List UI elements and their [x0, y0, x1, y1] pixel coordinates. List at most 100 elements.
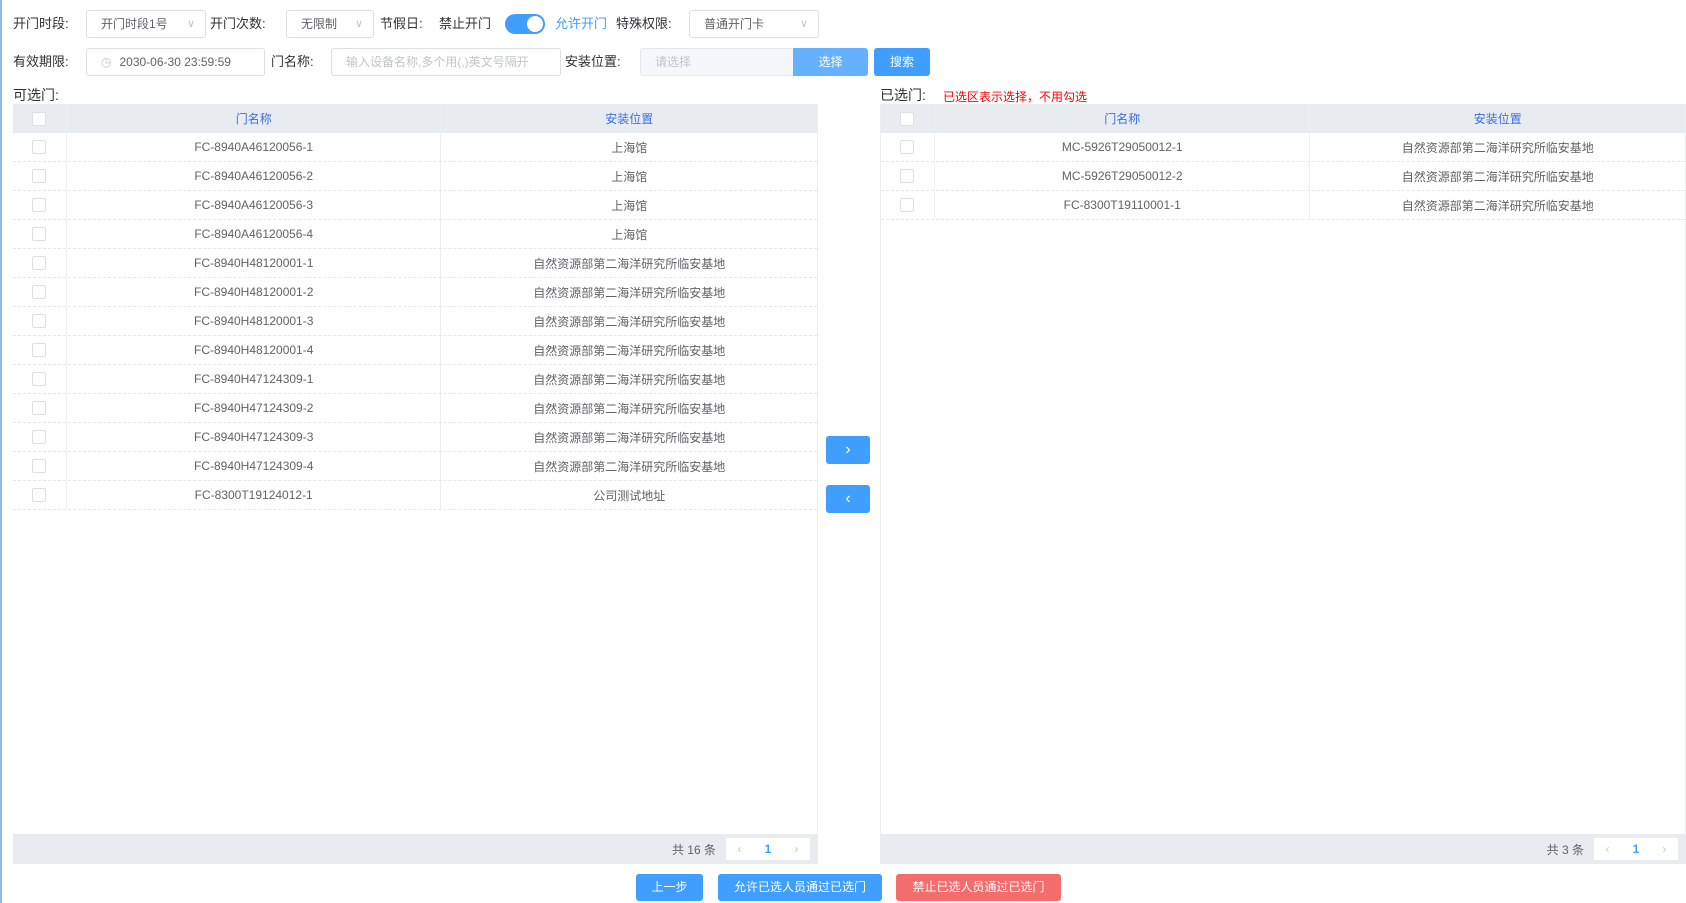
page-number[interactable]: 1 — [1633, 842, 1640, 856]
holiday-on-label[interactable]: 允许开门 — [555, 10, 607, 38]
row-checkbox[interactable] — [32, 459, 47, 473]
location-cell: 自然资源部第二海洋研究所临安基地 — [533, 256, 726, 271]
row-checkbox[interactable] — [32, 198, 47, 212]
table-row[interactable]: FC-8300T19124012-1 公司测试地址 — [13, 481, 817, 510]
holiday-label: 节假日: — [380, 16, 423, 31]
available-title: 可选门: — [13, 87, 59, 103]
clock-icon: ◷ — [101, 55, 112, 69]
search-button[interactable]: 搜索 — [874, 48, 930, 76]
table-row[interactable]: FC-8940A46120056-2 上海馆 — [13, 162, 817, 191]
count-label: 开门次数: — [210, 16, 266, 31]
row-checkbox[interactable] — [32, 343, 47, 357]
chevron-down-icon: ∨ — [354, 18, 363, 30]
door-name-cell: MC-5926T29050012-2 — [935, 162, 1311, 190]
prev-page-icon[interactable]: ‹ — [1606, 842, 1610, 856]
location-cell: 上海馆 — [611, 169, 648, 184]
door-name-cell: FC-8940H48120001-4 — [67, 336, 442, 364]
row-checkbox[interactable] — [32, 430, 47, 444]
location-cell: 自然资源部第二海洋研究所临安基地 — [533, 372, 726, 387]
deny-pass-button[interactable]: 禁止已选人员通过已选门 — [896, 874, 1061, 901]
row-checkbox[interactable] — [900, 140, 915, 154]
table-row[interactable]: FC-8300T19110001-1 自然资源部第二海洋研究所临安基地 — [881, 191, 1685, 220]
table-row[interactable]: FC-8940H47124309-1 自然资源部第二海洋研究所临安基地 — [13, 365, 817, 394]
door-name-cell: FC-8940H48120001-2 — [67, 278, 442, 306]
selected-note: 已选区表示选择，不用勾选 — [943, 90, 1088, 104]
count-value: 无限制 — [301, 17, 338, 31]
table-row[interactable]: FC-8940H48120001-3 自然资源部第二海洋研究所临安基地 — [13, 307, 817, 336]
page-number[interactable]: 1 — [765, 842, 772, 856]
table-row[interactable]: FC-8940H47124309-4 自然资源部第二海洋研究所临安基地 — [13, 452, 817, 481]
location-placeholder: 请选择 — [655, 55, 692, 69]
special-select[interactable]: 普通开门卡 ∨ — [689, 10, 819, 38]
table-row[interactable]: MC-5926T29050012-2 自然资源部第二海洋研究所临安基地 — [881, 162, 1685, 191]
special-label: 特殊权限: — [616, 16, 672, 31]
left-edge-border — [0, 0, 2, 903]
table-row[interactable]: FC-8940A46120056-4 上海馆 — [13, 220, 817, 249]
location-cell: 自然资源部第二海洋研究所临安基地 — [533, 314, 726, 329]
door-name-cell: FC-8940A46120056-4 — [67, 220, 442, 248]
table-row[interactable]: FC-8940A46120056-1 上海馆 — [13, 133, 817, 162]
choose-location-button[interactable]: 选择 — [793, 48, 868, 76]
select-all-checkbox[interactable] — [900, 111, 915, 126]
prev-step-button[interactable]: 上一步 — [636, 874, 703, 901]
total-count: 共 16 条 — [671, 842, 716, 857]
allow-pass-button[interactable]: 允许已选人员通过已选门 — [718, 874, 882, 901]
door-name-cell: FC-8940A46120056-2 — [67, 162, 442, 190]
location-cell: 上海馆 — [611, 227, 648, 242]
column-header-location: 安装位置 — [1473, 112, 1522, 126]
location-cell: 自然资源部第二海洋研究所临安基地 — [533, 459, 726, 474]
next-page-icon[interactable]: › — [794, 842, 798, 856]
period-select[interactable]: 开门时段1号 ∨ — [86, 10, 206, 38]
table-header: 门名称 安装位置 — [13, 104, 817, 133]
move-right-button[interactable]: › — [826, 436, 870, 464]
location-cell: 自然资源部第二海洋研究所临安基地 — [533, 401, 726, 416]
row-checkbox[interactable] — [32, 401, 47, 415]
column-header-name: 门名称 — [67, 104, 442, 133]
switch-knob — [527, 16, 543, 32]
name-label: 门名称: — [271, 54, 314, 69]
door-name-cell: FC-8940A46120056-3 — [67, 191, 442, 219]
location-cell: 自然资源部第二海洋研究所临安基地 — [533, 343, 726, 358]
row-checkbox[interactable] — [900, 198, 915, 212]
expiry-label: 有效期限: — [13, 54, 69, 69]
location-label: 安装位置: — [565, 54, 621, 69]
table-row[interactable]: FC-8940A46120056-3 上海馆 — [13, 191, 817, 220]
chevron-down-icon: ∨ — [186, 18, 195, 30]
period-value: 开门时段1号 — [101, 17, 168, 31]
table-row[interactable]: FC-8940H48120001-1 自然资源部第二海洋研究所临安基地 — [13, 249, 817, 278]
select-all-checkbox[interactable] — [32, 111, 47, 126]
row-checkbox[interactable] — [900, 169, 915, 183]
row-checkbox[interactable] — [32, 256, 47, 270]
table-row[interactable]: FC-8940H47124309-2 自然资源部第二海洋研究所临安基地 — [13, 394, 817, 423]
door-name-cell: FC-8940H47124309-4 — [67, 452, 442, 480]
total-count: 共 3 条 — [1546, 842, 1584, 857]
holiday-switch[interactable] — [505, 14, 545, 34]
row-checkbox[interactable] — [32, 488, 47, 502]
row-checkbox[interactable] — [32, 285, 47, 299]
next-page-icon[interactable]: › — [1662, 842, 1666, 856]
table-row[interactable]: MC-5926T29050012-1 自然资源部第二海洋研究所临安基地 — [881, 133, 1685, 162]
row-checkbox[interactable] — [32, 227, 47, 241]
door-name-cell: FC-8940H48120001-3 — [67, 307, 442, 335]
door-name-placeholder: 输入设备名称,多个用(,)英文号隔开 — [346, 55, 529, 69]
table-row[interactable]: FC-8940H47124309-3 自然资源部第二海洋研究所临安基地 — [13, 423, 817, 452]
table-row[interactable]: FC-8940H48120001-4 自然资源部第二海洋研究所临安基地 — [13, 336, 817, 365]
location-input[interactable]: 请选择 — [640, 48, 795, 76]
count-select[interactable]: 无限制 ∨ — [286, 10, 374, 38]
row-checkbox[interactable] — [32, 169, 47, 183]
door-name-cell: FC-8940H47124309-1 — [67, 365, 442, 393]
row-checkbox[interactable] — [32, 372, 47, 386]
location-cell: 自然资源部第二海洋研究所临安基地 — [533, 430, 726, 445]
row-checkbox[interactable] — [32, 314, 47, 328]
table-header: 门名称 安装位置 — [881, 104, 1685, 133]
period-label: 开门时段: — [13, 16, 69, 31]
location-cell: 上海馆 — [611, 140, 648, 155]
prev-page-icon[interactable]: ‹ — [738, 842, 742, 856]
row-checkbox[interactable] — [32, 140, 47, 154]
expiry-date-input[interactable]: ◷ 2030-06-30 23:59:59 — [86, 48, 265, 76]
move-left-button[interactable]: ‹ — [826, 485, 870, 513]
door-name-input[interactable]: 输入设备名称,多个用(,)英文号隔开 — [331, 48, 561, 76]
holiday-off-label[interactable]: 禁止开门 — [439, 10, 491, 38]
location-cell: 自然资源部第二海洋研究所临安基地 — [533, 285, 726, 300]
table-row[interactable]: FC-8940H48120001-2 自然资源部第二海洋研究所临安基地 — [13, 278, 817, 307]
